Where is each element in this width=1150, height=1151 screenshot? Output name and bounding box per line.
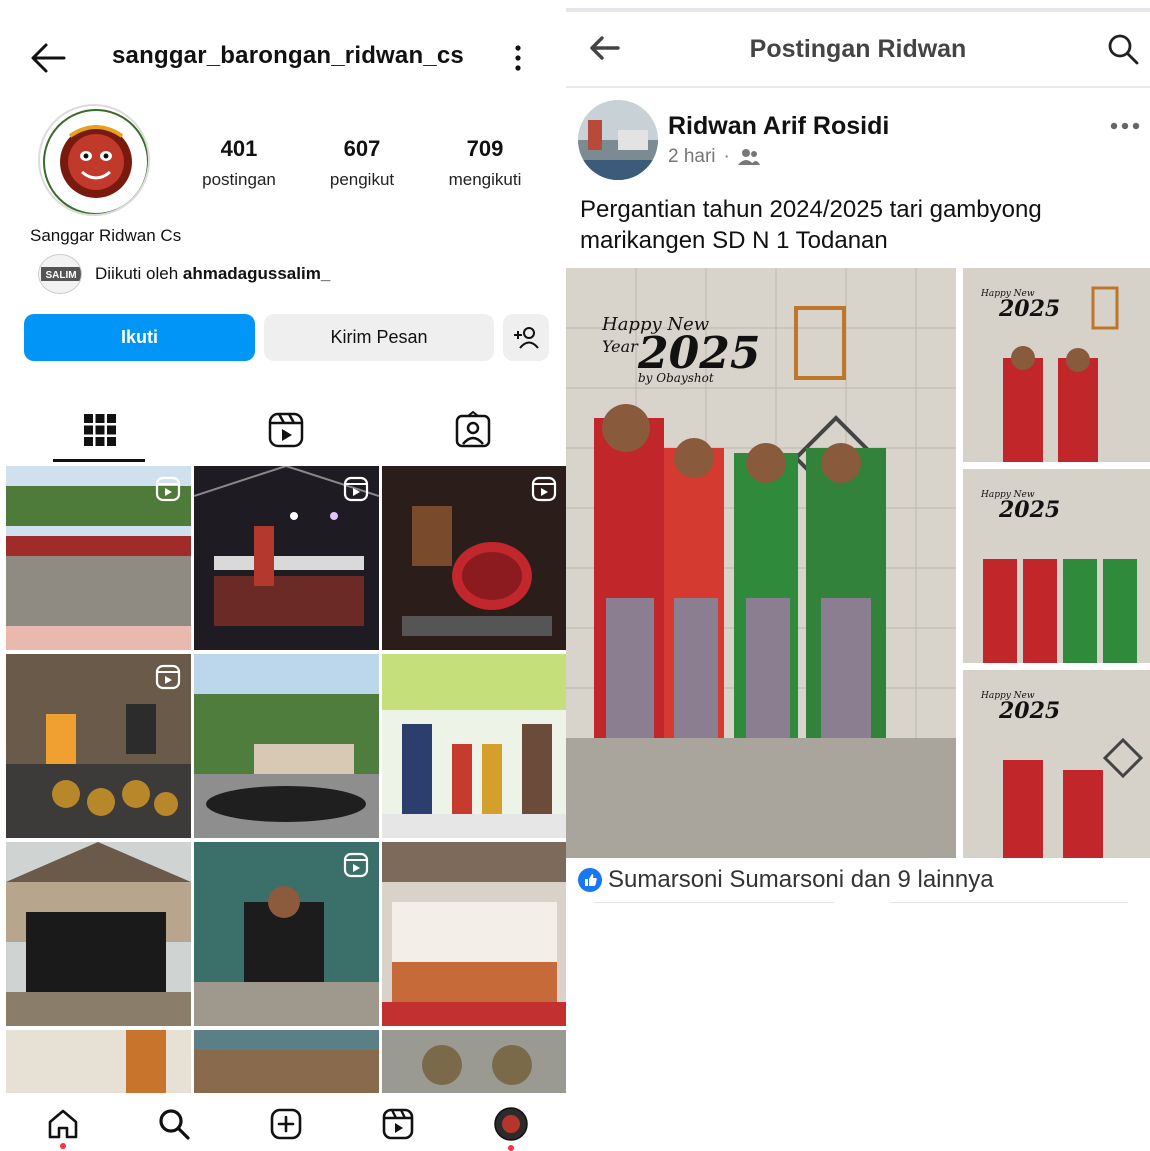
facebook-post-screen: Postingan Ridwan Ridwan Arif Rosidi 2 ha… <box>566 0 1150 1151</box>
post-tile[interactable] <box>194 842 379 1026</box>
post-tile[interactable] <box>382 1030 566 1093</box>
active-tab-indicator <box>53 459 145 462</box>
stat-following[interactable]: 709 mengikuti <box>425 136 545 190</box>
profile-avatar[interactable] <box>38 104 150 216</box>
photo-dancers: Happy New Year 2025 by Obayshot <box>566 268 956 858</box>
post-tile[interactable] <box>6 654 191 838</box>
reels-icon[interactable] <box>266 410 306 450</box>
post-image <box>194 1030 379 1093</box>
thumb-year: 2025 <box>998 296 1060 322</box>
profile-avatar[interactable] <box>494 1107 528 1141</box>
reel-badge-icon <box>343 476 369 502</box>
photo-thumbnail-image: Happy New 2025 <box>963 268 1150 462</box>
post-tile[interactable] <box>382 466 566 650</box>
stat-following-count: 709 <box>466 136 504 161</box>
photo-thumbnail-image: Happy New 2025 <box>963 469 1150 663</box>
sanggar-logo-icon <box>42 108 148 214</box>
thumb-year: 2025 <box>998 497 1060 523</box>
post-tile[interactable] <box>6 1030 191 1093</box>
suggest-people-button[interactable] <box>503 314 549 361</box>
post-image <box>382 842 566 1026</box>
stat-posts-count: 401 <box>220 136 258 161</box>
reels-icon[interactable] <box>381 1107 415 1141</box>
author-name[interactable]: Ridwan Arif Rosidi <box>668 112 889 141</box>
post-image <box>382 1030 566 1093</box>
stat-posts-label: postingan <box>202 170 276 189</box>
post-tile[interactable] <box>382 654 566 838</box>
followed-by-text[interactable]: Diikuti oleh ahmadagussalim_ <box>95 264 330 284</box>
post-thumbnail[interactable]: Happy New 2025 <box>963 469 1150 663</box>
post-tile[interactable] <box>6 842 191 1026</box>
svg-text:SALIM: SALIM <box>45 270 76 281</box>
create-icon[interactable] <box>269 1107 303 1141</box>
reactions-text: Sumarsoni Sumarsoni dan 9 lainnya <box>608 866 994 893</box>
reel-badge-icon <box>155 476 181 502</box>
search-icon[interactable] <box>157 1107 191 1141</box>
meta-separator: · <box>723 146 730 167</box>
post-tile[interactable] <box>382 842 566 1026</box>
stat-following-label: mengikuti <box>448 170 522 189</box>
profile-tabs <box>0 400 566 464</box>
post-caption: Pergantian tahun 2024/2025 tari gambyong… <box>580 196 1042 254</box>
post-tile[interactable] <box>194 466 379 650</box>
thumb-year: 2025 <box>998 698 1060 724</box>
post-tile[interactable] <box>6 466 191 650</box>
post-tile[interactable] <box>194 1030 379 1093</box>
page-title: Postingan Ridwan <box>749 35 967 63</box>
search-icon[interactable] <box>1106 32 1140 66</box>
instagram-profile-screen: sanggar_barongan_ridwan_cs 401 postingan… <box>0 0 566 1151</box>
post-time[interactable]: 2 hari <box>668 146 716 168</box>
stat-posts[interactable]: 401 postingan <box>179 136 299 190</box>
more-vertical-icon[interactable] <box>508 40 528 76</box>
author-avatar[interactable] <box>578 100 658 180</box>
home-icon[interactable] <box>46 1107 80 1141</box>
post-image <box>194 654 379 838</box>
grid-icon[interactable] <box>80 410 120 450</box>
profile-username: sanggar_barongan_ridwan_cs <box>112 42 464 69</box>
notification-dot <box>508 1145 514 1151</box>
reel-badge-icon <box>343 852 369 878</box>
bottom-navigation <box>0 1093 566 1151</box>
photo-thumbnail-image: Happy New 2025 <box>963 670 1150 858</box>
post-main-photo[interactable]: Happy New Year 2025 by Obayshot <box>566 268 956 858</box>
post-thumbnail[interactable]: Happy New 2025 <box>963 268 1150 462</box>
notification-dot <box>60 1143 66 1149</box>
add-person-icon <box>514 326 539 349</box>
follower-avatar-image: SALIM <box>39 255 81 293</box>
top-divider <box>566 8 1150 12</box>
arrow-left-icon[interactable] <box>28 40 68 76</box>
reactions-divider <box>594 902 834 903</box>
stat-followers[interactable]: 607 pengikut <box>302 136 422 190</box>
post-thumbnail[interactable]: Happy New 2025 <box>963 670 1150 858</box>
photo-credit: by Obayshot <box>638 371 714 385</box>
post-image <box>6 1030 191 1093</box>
follow-button[interactable]: Ikuti <box>24 314 255 361</box>
author-avatar-image <box>578 100 658 180</box>
tagged-icon[interactable] <box>453 410 493 450</box>
reel-badge-icon <box>155 664 181 690</box>
stat-followers-count: 607 <box>343 136 381 161</box>
post-image <box>382 654 566 838</box>
message-button[interactable]: Kirim Pesan <box>264 314 494 361</box>
post-meta: 2 hari · <box>668 146 760 168</box>
profile-display-name: Sanggar Ridwan Cs <box>30 226 182 245</box>
profile-header-bar: sanggar_barongan_ridwan_cs <box>0 30 566 86</box>
followed-by-user[interactable]: ahmadagussalim_ <box>183 264 330 283</box>
like-icon <box>578 868 602 892</box>
header-divider <box>566 86 1150 88</box>
reel-badge-icon <box>531 476 557 502</box>
more-horizontal-icon[interactable] <box>1110 118 1140 134</box>
followed-by-prefix: Diikuti oleh <box>95 264 183 283</box>
follower-avatar[interactable]: SALIM <box>38 254 82 294</box>
post-header-bar: Postingan Ridwan <box>566 20 1150 84</box>
friends-icon <box>737 149 760 165</box>
post-image <box>6 842 191 1026</box>
reactions-divider <box>890 902 1128 903</box>
stat-followers-label: pengikut <box>329 170 395 189</box>
reactions-summary[interactable]: Sumarsoni Sumarsoni dan 9 lainnya <box>578 866 994 894</box>
photo-year-word: Year <box>602 337 639 356</box>
post-tile[interactable] <box>194 654 379 838</box>
